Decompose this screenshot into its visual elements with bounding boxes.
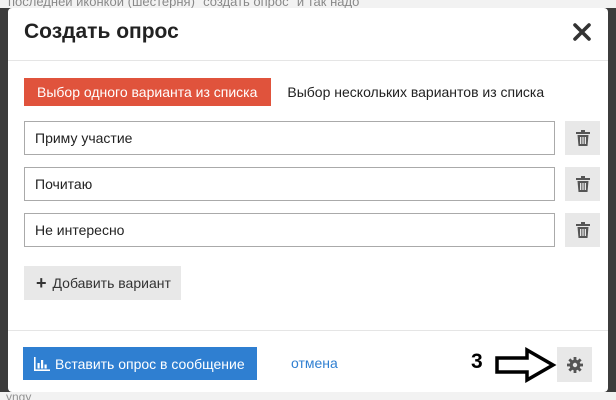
option-input-2[interactable]: [24, 167, 555, 201]
option-input-1[interactable]: [24, 121, 555, 155]
annotation-number: 3: [471, 350, 483, 373]
delete-option-button[interactable]: [565, 213, 600, 247]
close-icon: [573, 23, 591, 41]
background-text-bottom: yngy: [6, 392, 32, 400]
bar-chart-icon: [34, 356, 50, 371]
background-page-bottom: yngy: [0, 392, 616, 400]
poll-type-tabs: Выбор одного варианта из списка Выбор не…: [24, 78, 554, 106]
trash-icon: [575, 222, 590, 238]
option-row: [24, 167, 600, 201]
create-poll-dialog: Создать опрос Выбор одного варианта из с…: [8, 8, 608, 392]
gear-icon: [566, 356, 583, 373]
option-row: [24, 121, 600, 155]
dialog-title: Создать опрос: [24, 20, 179, 43]
tab-single-choice[interactable]: Выбор одного варианта из списка: [24, 78, 272, 106]
close-button[interactable]: [570, 20, 594, 44]
tab-multiple-choice[interactable]: Выбор нескольких вариантов из списка: [277, 78, 554, 106]
option-row: [24, 213, 600, 247]
dialog-header: Создать опрос: [8, 8, 608, 61]
right-arrow-outline-icon: [495, 346, 557, 384]
add-option-button[interactable]: + Добавить вариант: [24, 266, 181, 300]
trash-icon: [575, 130, 590, 146]
add-option-label: Добавить вариант: [52, 275, 171, 291]
delete-option-button[interactable]: [565, 167, 600, 201]
insert-poll-button[interactable]: Вставить опрос в сообщение: [23, 347, 257, 380]
background-text: последней иконкой (шестерня) "создать оп…: [8, 0, 360, 8]
background-page-top: последней иконкой (шестерня) "создать оп…: [0, 0, 616, 8]
dialog-footer: Вставить опрос в сообщение отмена 3: [8, 330, 608, 392]
plus-icon: +: [36, 272, 47, 293]
trash-icon: [575, 176, 590, 192]
option-input-3[interactable]: [24, 213, 555, 247]
delete-option-button[interactable]: [565, 121, 600, 155]
insert-poll-label: Вставить опрос в сообщение: [55, 355, 245, 372]
cancel-link[interactable]: отмена: [291, 355, 338, 371]
settings-button[interactable]: [557, 347, 592, 382]
annotation-arrow: [493, 346, 557, 384]
